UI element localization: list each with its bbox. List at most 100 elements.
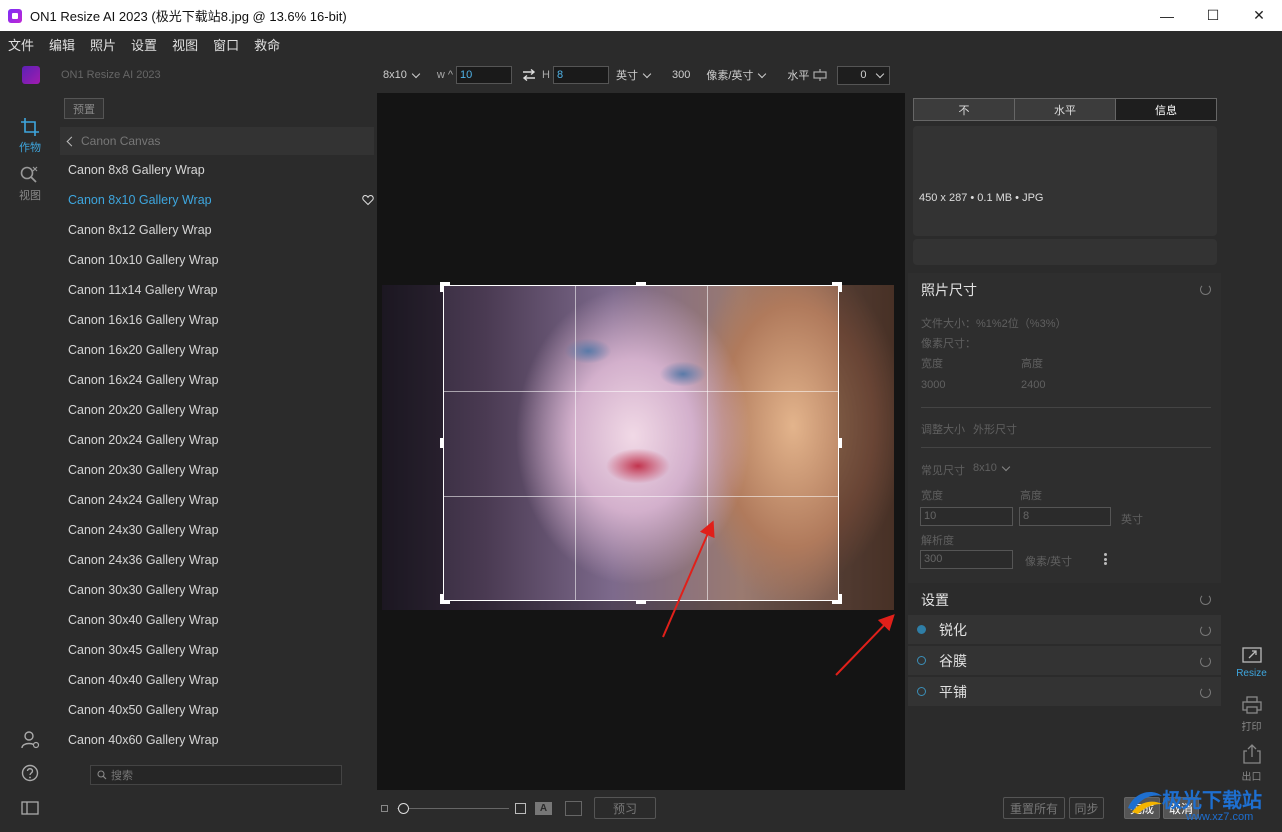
- crop-handle-top[interactable]: [636, 282, 646, 285]
- list-item[interactable]: Canon 30x30 Gallery Wrap: [60, 575, 374, 605]
- crop-handle-br[interactable]: [839, 594, 842, 604]
- common-size-label: 常见尺寸: [921, 465, 965, 477]
- list-item[interactable]: Canon 30x40 Gallery Wrap: [60, 605, 374, 635]
- list-item[interactable]: Canon 40x60 Gallery Wrap: [60, 725, 374, 755]
- crop-handle-tl[interactable]: [440, 282, 443, 292]
- list-item[interactable]: Canon 24x30 Gallery Wrap: [60, 515, 374, 545]
- menu-help[interactable]: 救命: [254, 35, 280, 54]
- swap-dimensions-button[interactable]: [522, 69, 536, 81]
- crop-tool[interactable]: 作物: [0, 117, 60, 155]
- image-canvas[interactable]: [377, 93, 905, 790]
- app-icon: [8, 8, 22, 23]
- menu-file[interactable]: 文件: [8, 35, 34, 54]
- list-item[interactable]: Canon 20x30 Gallery Wrap: [60, 455, 374, 485]
- view-tool[interactable]: 视图: [0, 165, 60, 203]
- common-size-dropdown[interactable]: 8x10: [973, 462, 1011, 474]
- setting-sharpen[interactable]: 锐化: [908, 614, 1221, 644]
- height-input[interactable]: [552, 66, 609, 84]
- list-item[interactable]: Canon 40x50 Gallery Wrap: [60, 695, 374, 725]
- preview-button[interactable]: 预习: [594, 797, 656, 819]
- list-item[interactable]: Canon 20x20 Gallery Wrap: [60, 395, 374, 425]
- list-item[interactable]: Canon 24x24 Gallery Wrap: [60, 485, 374, 515]
- list-item-selected[interactable]: Canon 8x10 Gallery Wrap: [60, 185, 374, 215]
- crop-handle-left[interactable]: [440, 438, 443, 448]
- on1-logo-icon: [22, 66, 40, 84]
- zoom-out-icon[interactable]: [381, 805, 388, 812]
- setting-tiling[interactable]: 平铺: [908, 676, 1221, 706]
- width-input[interactable]: [456, 66, 513, 84]
- preset-search[interactable]: 搜索: [90, 765, 342, 785]
- list-item[interactable]: Canon 30x45 Gallery Wrap: [60, 635, 374, 665]
- unit-dropdown[interactable]: 英寸: [616, 67, 652, 83]
- list-item[interactable]: Canon 11x14 Gallery Wrap: [60, 275, 374, 305]
- orientation-toggle[interactable]: 水平: [787, 67, 828, 83]
- pixel-height-value: 2400: [1021, 379, 1046, 391]
- list-item[interactable]: Canon 10x10 Gallery Wrap: [60, 245, 374, 275]
- more-options-icon[interactable]: [1104, 553, 1107, 565]
- presets-tab[interactable]: 预置: [64, 98, 104, 119]
- reset-icon[interactable]: [1200, 625, 1211, 636]
- zoom-slider-track[interactable]: [397, 808, 509, 809]
- resolution-unit-dropdown[interactable]: 像素/英寸: [706, 67, 767, 83]
- menu-view[interactable]: 视图: [172, 35, 198, 54]
- settings-title[interactable]: 设置: [921, 590, 949, 610]
- account-button[interactable]: [0, 730, 60, 752]
- tab-horizontal[interactable]: 水平: [1015, 99, 1116, 120]
- print-button[interactable]: 打印: [1221, 695, 1282, 733]
- menu-edit[interactable]: 编辑: [49, 35, 75, 54]
- reset-all-button[interactable]: 重置所有: [1003, 797, 1065, 819]
- list-item[interactable]: Canon 20x24 Gallery Wrap: [60, 425, 374, 455]
- maximize-button[interactable]: ☐: [1190, 0, 1236, 31]
- panel-toggle-button[interactable]: [0, 801, 60, 817]
- reset-icon[interactable]: [1200, 594, 1211, 605]
- preset-size-dropdown[interactable]: 8x10: [383, 69, 421, 81]
- crop-handle-bottom[interactable]: [636, 601, 646, 604]
- zoom-in-icon[interactable]: [515, 803, 526, 814]
- crop-box[interactable]: [443, 285, 839, 601]
- zoom-slider-handle[interactable]: [398, 803, 409, 814]
- sync-button[interactable]: 同步: [1069, 797, 1104, 819]
- shape-label: 外形尺寸: [973, 424, 1017, 436]
- tab-none[interactable]: 不: [914, 99, 1015, 120]
- menu-window[interactable]: 窗口: [213, 35, 239, 54]
- breadcrumb[interactable]: Canon Canvas: [60, 127, 374, 155]
- angle-dropdown[interactable]: 0: [837, 65, 891, 85]
- toggle-dot-off[interactable]: [917, 687, 926, 696]
- resize-module-button[interactable]: Resize: [1221, 645, 1282, 679]
- list-item[interactable]: Canon 40x40 Gallery Wrap: [60, 665, 374, 695]
- text-overlay-icon[interactable]: A: [535, 802, 552, 815]
- photo-size-title[interactable]: 照片尺寸: [921, 280, 977, 300]
- width-field[interactable]: 10: [920, 507, 1013, 526]
- list-item[interactable]: Canon 16x24 Gallery Wrap: [60, 365, 374, 395]
- menu-settings[interactable]: 设置: [131, 35, 157, 54]
- crop-handle-bl[interactable]: [440, 594, 443, 604]
- list-item[interactable]: Canon 8x8 Gallery Wrap: [60, 155, 374, 185]
- export-button[interactable]: 出口: [1221, 743, 1282, 783]
- pixel-width-label: 宽度: [921, 358, 943, 370]
- list-item[interactable]: Canon 16x20 Gallery Wrap: [60, 335, 374, 365]
- toggle-dot-off[interactable]: [917, 656, 926, 665]
- close-button[interactable]: ✕: [1236, 0, 1282, 31]
- list-item[interactable]: Canon 8x12 Gallery Wrap: [60, 215, 374, 245]
- title-bar: ON1 Resize AI 2023 (极光下载站8.jpg @ 13.6% 1…: [0, 0, 1282, 31]
- tab-info[interactable]: 信息: [1116, 99, 1216, 120]
- list-item[interactable]: Canon 16x16 Gallery Wrap: [60, 305, 374, 335]
- reset-icon[interactable]: [1200, 656, 1211, 667]
- resize-label: Resize: [1236, 668, 1267, 679]
- heart-icon[interactable]: [362, 194, 374, 206]
- minimize-button[interactable]: —: [1144, 0, 1190, 31]
- list-item[interactable]: Canon 24x36 Gallery Wrap: [60, 545, 374, 575]
- reset-icon[interactable]: [1200, 687, 1211, 698]
- height-field[interactable]: 8: [1019, 507, 1111, 526]
- watermark-text: 极光下载站: [1162, 790, 1262, 812]
- compare-icon[interactable]: [565, 801, 582, 816]
- toggle-dot-on[interactable]: [917, 625, 926, 634]
- menu-photo[interactable]: 照片: [90, 35, 116, 54]
- crop-handle-right[interactable]: [839, 438, 842, 448]
- help-button[interactable]: [0, 763, 60, 785]
- reset-icon[interactable]: [1200, 284, 1211, 295]
- crop-handle-tr[interactable]: [839, 282, 842, 292]
- setting-film-grain[interactable]: 谷膜: [908, 645, 1221, 675]
- resolution-value[interactable]: 300: [672, 69, 690, 81]
- resolution-field[interactable]: 300: [920, 550, 1013, 569]
